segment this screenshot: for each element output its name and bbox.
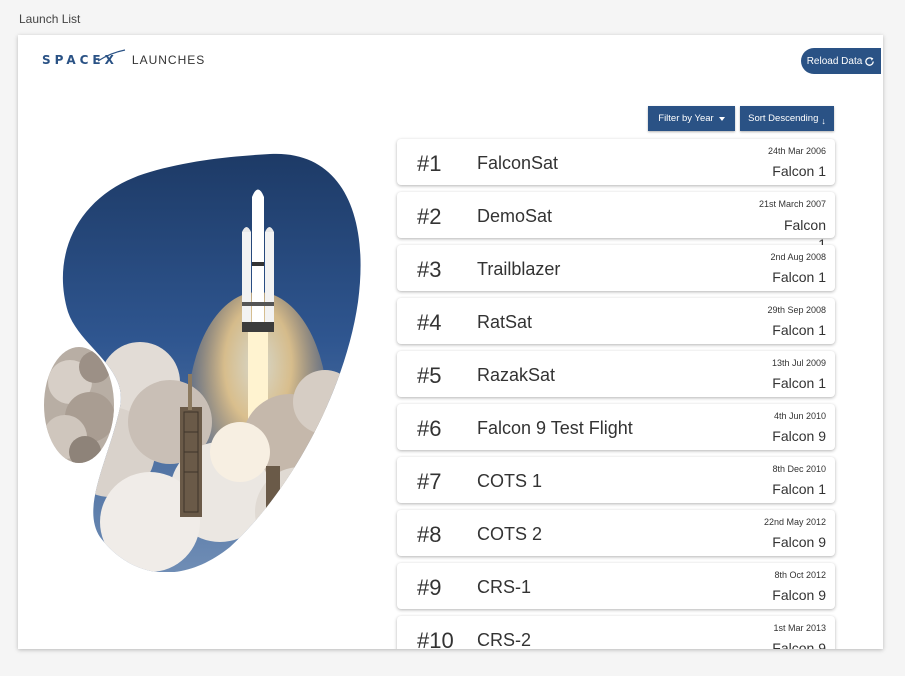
launch-date: 8th Dec 2010	[772, 464, 826, 474]
refresh-icon	[865, 56, 875, 66]
reload-data-button[interactable]: Reload Data	[801, 48, 881, 74]
launch-rocket: Falcon 1	[772, 269, 826, 285]
filter-by-year-button[interactable]: Filter by Year	[648, 106, 735, 131]
launch-rocket: Falcon 9	[772, 640, 826, 649]
launch-name: Trailblazer	[477, 259, 561, 279]
launch-rocket: Falcon 1	[772, 481, 826, 497]
launch-name: Falcon 9 Test Flight	[477, 418, 633, 438]
launch-number: #5	[417, 363, 442, 388]
reload-data-label: Reload Data	[806, 55, 863, 67]
sort-descending-button[interactable]: Sort Descending ↓	[740, 106, 834, 131]
launch-date: 24th Mar 2006	[767, 146, 826, 156]
app-logo: SPACEX LAUNCHES	[42, 49, 206, 67]
launch-rocket: Falcon 1	[772, 163, 826, 179]
launch-date: 22nd May 2012	[763, 517, 826, 527]
launch-number: #7	[417, 469, 442, 494]
sort-label: Sort Descending	[748, 113, 819, 124]
filter-label: Filter by Year	[658, 113, 714, 124]
launch-number: #8	[417, 522, 442, 547]
launch-name: DemoSat	[477, 206, 553, 226]
sort-arrow-icon: ↓	[821, 115, 826, 126]
launch-list-item[interactable]: #9 CRS-1 8th Oct 2012 Falcon 9	[397, 563, 835, 609]
launch-list-item[interactable]: #10 CRS-2 1st Mar 2013 Falcon 9	[397, 616, 835, 649]
launch-list-item[interactable]: #3 Trailblazer 2nd Aug 2008 Falcon 1	[397, 245, 835, 291]
launch-rocket: Falcon 9	[772, 587, 826, 603]
launch-list: #1 FalconSat 24th Mar 2006 Falcon 1 #2 DemoSa…	[397, 139, 835, 649]
page-caption: Launch List	[19, 12, 81, 26]
launch-name: COTS 2	[477, 524, 543, 544]
launch-rocket: Falcon 9	[772, 534, 826, 550]
launch-rocket: Falcon 1	[772, 375, 826, 391]
launch-date: 29th Sep 2008	[767, 305, 826, 315]
launch-list-item[interactable]: #7 COTS 1 8th Dec 2010 Falcon 1	[397, 457, 835, 503]
launch-name: RatSat	[477, 312, 533, 332]
launch-name: RazakSat	[477, 365, 556, 385]
launch-name: COTS 1	[477, 471, 543, 491]
launch-date: 2nd Aug 2008	[770, 252, 826, 262]
launch-rocket: Falcon 1	[772, 322, 826, 338]
launch-number: #3	[417, 257, 442, 282]
app-card: SPACEX LAUNCHES Reload Data Filter by Ye…	[18, 35, 883, 649]
launch-name: FalconSat	[477, 153, 559, 173]
logo-subtitle: LAUNCHES	[131, 53, 206, 67]
launch-list-item[interactable]: #4 RatSat 29th Sep 2008 Falcon 1	[397, 298, 835, 344]
launch-date: 4th Jun 2010	[773, 411, 826, 421]
launch-name: CRS-1	[477, 577, 532, 597]
launch-list-item[interactable]: #8 COTS 2 22nd May 2012 Falcon 9	[397, 510, 835, 556]
launch-number: #2	[417, 204, 442, 229]
launch-number: #4	[417, 310, 442, 335]
launch-list-item[interactable]: #1 FalconSat 24th Mar 2006 Falcon 1	[397, 139, 835, 185]
launch-number: #1	[417, 151, 442, 176]
caret-down-icon	[718, 116, 725, 121]
launch-date: 21st March 2007	[758, 199, 826, 209]
launch-list-item[interactable]: #6 Falcon 9 Test Flight 4th Jun 2010 Falcon…	[397, 404, 835, 450]
launch-rocket: Falcon 9	[772, 428, 826, 444]
launch-list-item[interactable]: #5 RazakSat 13th Jul 2009 Falcon 1	[397, 351, 835, 397]
logo-swoosh-icon	[97, 49, 126, 62]
launch-number: #9	[417, 575, 442, 600]
launch-date: 13th Jul 2009	[771, 358, 826, 368]
launch-date: 8th Oct 2012	[774, 570, 826, 580]
rocket-launch-image	[44, 153, 361, 572]
launch-name: CRS-2	[477, 630, 532, 649]
launch-number: #6	[417, 416, 442, 441]
launch-number: #10	[417, 628, 454, 649]
launch-list-item[interactable]: #2 DemoSat 21st March 2007 Falcon 1	[397, 192, 835, 252]
launch-date: 1st Mar 2013	[773, 623, 826, 633]
